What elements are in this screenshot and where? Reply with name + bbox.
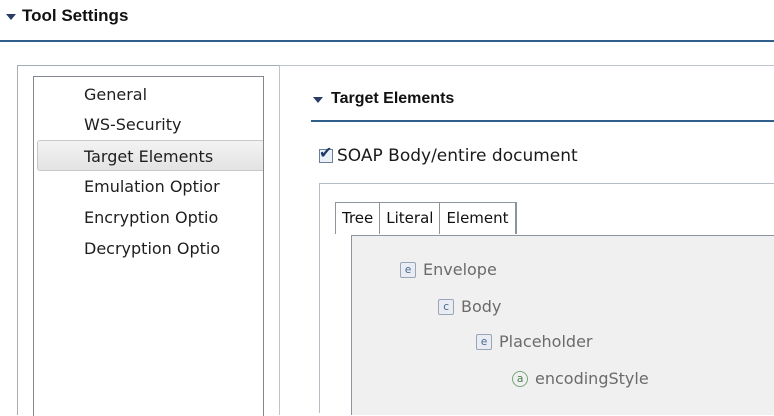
collapse-triangle-icon[interactable]	[313, 97, 323, 103]
settings-nav-list[interactable]: General WS-Security Target Elements Emul…	[33, 76, 264, 416]
nav-item-emulation-options[interactable]: Emulation Optior	[34, 171, 263, 202]
target-elements-divider	[311, 120, 774, 122]
tree-node-label: Envelope	[423, 260, 497, 279]
tool-settings-header[interactable]: Tool Settings	[6, 6, 128, 26]
element-icon: e	[476, 333, 492, 350]
tree-node-label: encodingStyle	[535, 369, 649, 388]
soap-body-checkbox-row[interactable]: ✔ SOAP Body/entire document	[319, 145, 578, 166]
tab-literal[interactable]: Literal	[380, 203, 441, 234]
nav-item-target-elements[interactable]: Target Elements	[37, 140, 263, 171]
tree-node-encodingstyle[interactable]: a encodingStyle	[512, 369, 649, 388]
soap-body-checkbox[interactable]: ✔	[319, 145, 333, 163]
nav-item-decryption-options[interactable]: Decryption Optio	[34, 233, 263, 264]
tab-tree[interactable]: Tree	[336, 203, 381, 234]
collapse-triangle-icon[interactable]	[6, 14, 16, 20]
nav-item-general[interactable]: General	[34, 85, 263, 109]
nav-item-ws-security[interactable]: WS-Security	[34, 109, 263, 140]
tree-node-label: Body	[461, 297, 502, 316]
element-icon: e	[400, 261, 416, 278]
attribute-icon: a	[512, 370, 528, 387]
target-elements-title: Target Elements	[331, 90, 455, 107]
tool-settings-title: Tool Settings	[22, 6, 129, 25]
nav-item-encryption-options[interactable]: Encryption Optio	[34, 202, 263, 233]
target-elements-header[interactable]: Target Elements	[313, 90, 454, 108]
tree-node-body[interactable]: c Body	[438, 297, 501, 316]
soap-body-checkbox-label[interactable]: SOAP Body/entire document	[337, 146, 578, 166]
tab-element[interactable]: Element	[440, 203, 516, 234]
view-tabs: Tree Literal Element	[335, 202, 517, 234]
tree-node-envelope[interactable]: e Envelope	[400, 260, 497, 279]
complex-type-icon: c	[438, 298, 454, 315]
checkmark-icon: ✔	[319, 143, 333, 162]
tree-node-placeholder[interactable]: e Placeholder	[476, 332, 593, 351]
header-divider	[0, 40, 774, 42]
tree-node-label: Placeholder	[499, 332, 593, 351]
